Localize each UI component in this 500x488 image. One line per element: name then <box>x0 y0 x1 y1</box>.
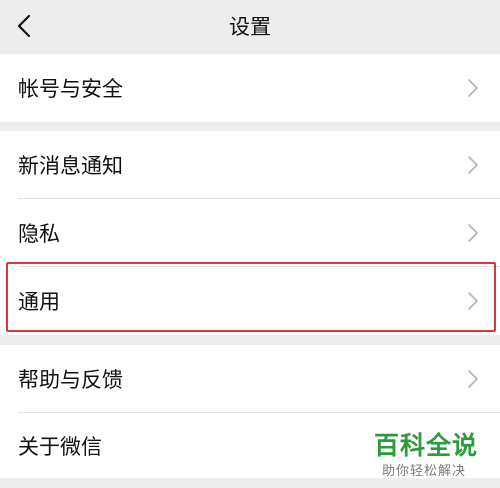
settings-item-general[interactable]: 通用 <box>0 267 500 335</box>
settings-item-label: 通用 <box>18 290 60 314</box>
nav-bar: 设置 <box>0 0 500 54</box>
settings-item-account-security[interactable]: 帐号与安全 <box>0 54 500 122</box>
settings-item-label: 隐私 <box>18 222 60 246</box>
page-title: 设置 <box>229 15 271 39</box>
chevron-right-icon <box>468 292 478 310</box>
settings-item-about-wechat[interactable]: 关于微信 <box>0 413 500 478</box>
chevron-right-icon <box>468 224 478 242</box>
settings-screen: 设置 帐号与安全 新消息通知 隐私 通用 帮助与反馈 关于微信 百科全说 助你轻… <box>0 0 500 488</box>
settings-item-new-message-notifications[interactable]: 新消息通知 <box>0 131 500 199</box>
settings-item-label: 新消息通知 <box>18 154 123 178</box>
settings-item-label: 帮助与反馈 <box>18 368 123 392</box>
chevron-right-icon <box>468 79 478 97</box>
chevron-right-icon <box>468 156 478 174</box>
settings-item-privacy[interactable]: 隐私 <box>0 199 500 267</box>
chevron-right-icon <box>468 370 478 388</box>
settings-item-help-feedback[interactable]: 帮助与反馈 <box>0 345 500 413</box>
settings-item-label: 关于微信 <box>18 434 102 459</box>
back-chevron-icon[interactable] <box>14 13 38 39</box>
settings-item-label: 帐号与安全 <box>18 77 123 101</box>
